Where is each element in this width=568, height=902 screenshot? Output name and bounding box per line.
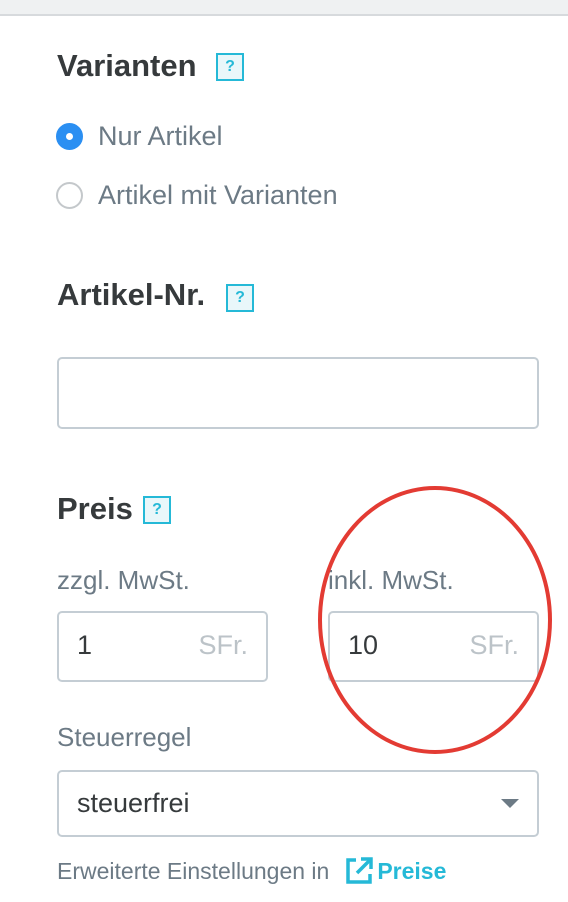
price-excl-label: zzgl. MwSt.: [57, 565, 190, 595]
price-incl-input[interactable]: 10 SFr.: [328, 611, 539, 682]
variants-heading: Varianten: [57, 48, 197, 83]
price-excl-currency: SFr.: [198, 630, 248, 660]
tax-rule-select[interactable]: steuerfrei: [57, 770, 539, 837]
radio-checked-icon[interactable]: [56, 122, 83, 150]
external-link-icon[interactable]: [343, 855, 375, 887]
price-help-icon[interactable]: ?: [143, 496, 171, 524]
radio-label-artikel-mit-varianten: Artikel mit Varianten: [98, 179, 338, 210]
price-heading: Preis: [57, 491, 133, 526]
advanced-settings-note: Erweiterte Einstellungen in Preise: [57, 853, 446, 889]
chevron-down-icon[interactable]: [501, 799, 519, 808]
price-excl-value: 1: [77, 630, 93, 660]
advanced-settings-text: Erweiterte Einstellungen in: [57, 857, 330, 884]
price-incl-currency: SFr.: [469, 630, 519, 660]
tax-rule-selected-value: steuerfrei: [77, 788, 190, 818]
sku-input[interactable]: [57, 357, 539, 429]
radio-option-artikel-mit-varianten[interactable]: Artikel mit Varianten: [56, 180, 338, 210]
radio-unchecked-icon[interactable]: [56, 181, 83, 209]
prices-link[interactable]: Preise: [377, 858, 446, 885]
sku-heading: Artikel-Nr.: [57, 277, 206, 312]
sku-help-icon[interactable]: ?: [226, 284, 254, 312]
price-incl-label: inkl. MwSt.: [328, 565, 454, 595]
price-incl-value: 10: [348, 630, 379, 660]
radio-label-nur-artikel: Nur Artikel: [98, 120, 223, 151]
tax-rule-label: Steuerregel: [57, 722, 192, 752]
price-excl-input[interactable]: 1 SFr.: [57, 611, 268, 682]
variants-help-icon[interactable]: ?: [216, 53, 244, 81]
radio-option-nur-artikel[interactable]: Nur Artikel: [56, 121, 223, 151]
top-bar: [0, 0, 568, 16]
